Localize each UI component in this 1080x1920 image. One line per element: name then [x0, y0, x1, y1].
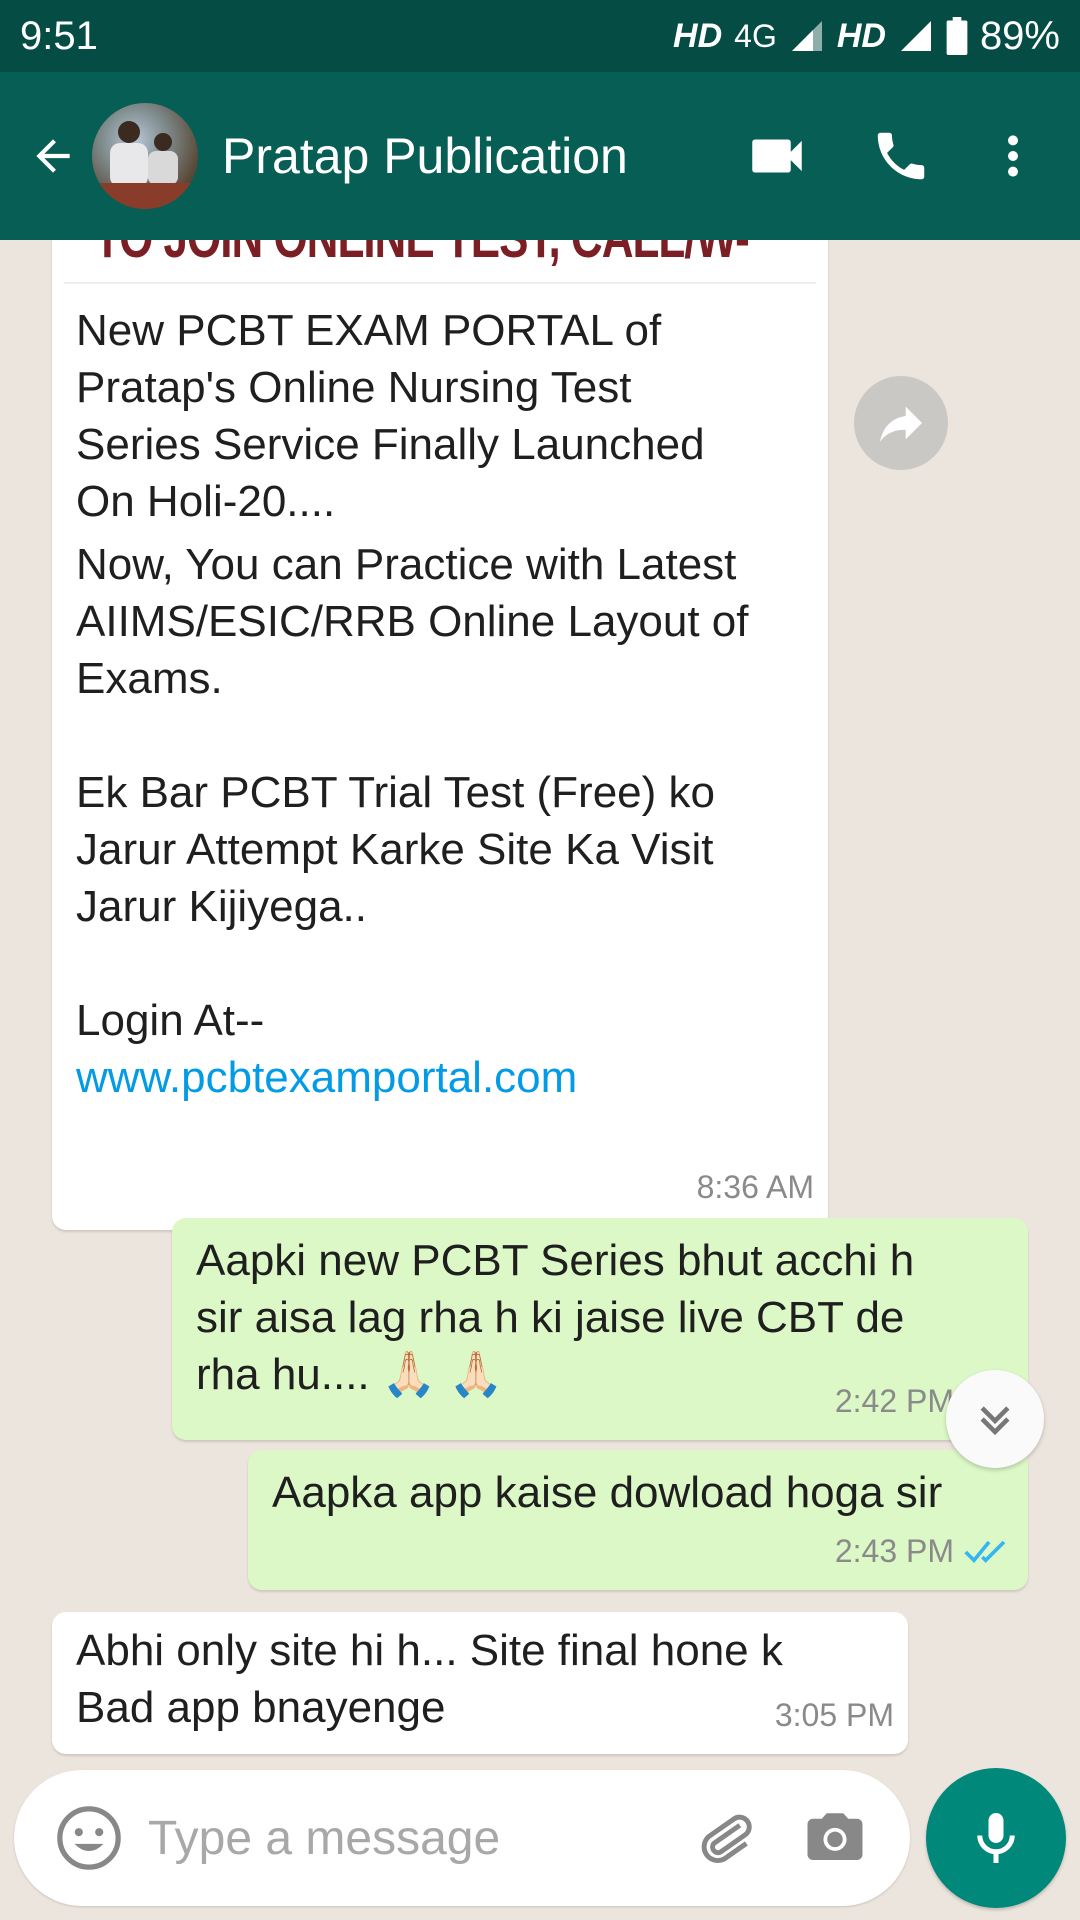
camera-button[interactable]: [780, 1783, 890, 1893]
message-incoming[interactable]: Abhi only site hi h... Site final hone k…: [52, 1612, 908, 1754]
message-time: 3:05 PM: [774, 1697, 894, 1733]
image-attachment[interactable]: TO JOIN ONLINE TEST, CALL/W-SMS : 962047…: [64, 240, 816, 284]
message-outgoing[interactable]: Aapka app kaise dowload hoga sir 2:43 PM: [248, 1450, 1028, 1590]
voice-record-button[interactable]: [926, 1768, 1066, 1908]
contact-avatar[interactable]: [92, 103, 198, 209]
video-call-button[interactable]: [722, 101, 832, 211]
message-text: Abhi only site hi h... Site final hone k…: [76, 1626, 783, 1732]
message-incoming[interactable]: TO JOIN ONLINE TEST, CALL/W-SMS : 962047…: [52, 240, 828, 1230]
contact-name[interactable]: Pratap Publication: [222, 127, 722, 185]
chat-header: Pratap Publication: [0, 72, 1080, 240]
net2-label: HD: [836, 16, 886, 55]
emoji-button[interactable]: [34, 1783, 144, 1893]
forward-icon: [880, 406, 922, 442]
image-caption-text: TO JOIN ONLINE TEST, CALL/W-SMS : 962047…: [94, 240, 816, 282]
message-text: Aapki new PCBT Series bhut acchi h sir a…: [196, 1236, 915, 1399]
message-link[interactable]: www.pcbtexamportal.com: [76, 1049, 577, 1106]
net1-type-label: 4G: [734, 17, 777, 54]
back-button[interactable]: [18, 106, 88, 206]
scroll-to-bottom-button[interactable]: [946, 1370, 1044, 1468]
message-meta: 3:05 PM: [775, 1687, 894, 1744]
voice-call-button[interactable]: [846, 101, 956, 211]
message-text: Login At--: [76, 996, 265, 1045]
message-time: 2:42 PM: [834, 1383, 954, 1419]
camera-icon: [807, 1813, 863, 1860]
message-meta: 8:36 AM: [697, 1159, 814, 1216]
message-text: Aapka app kaise dowload hoga sir: [272, 1468, 943, 1517]
conversation[interactable]: TO JOIN ONLINE TEST, CALL/W-SMS : 962047…: [0, 240, 1080, 1760]
message-text: Now, You can Practice with Latest AIIMS/…: [76, 540, 749, 703]
more-options-button[interactable]: [958, 101, 1068, 211]
message-text: Ek Bar PCBT Trial Test (Free) ko Jarur A…: [76, 768, 715, 931]
battery-icon: [946, 17, 968, 55]
message-composer: Type a message: [14, 1770, 910, 1906]
message-time: 8:36 AM: [696, 1169, 814, 1205]
status-time: 9:51: [20, 13, 98, 58]
message-input[interactable]: Type a message: [148, 1811, 670, 1866]
read-receipt-icon: [964, 1540, 1006, 1563]
paperclip-icon: [701, 1814, 752, 1864]
status-indicators: HD 4G HD 89%: [673, 14, 1060, 59]
net1-label: HD: [673, 16, 723, 55]
message-outgoing[interactable]: Aapki new PCBT Series bhut acchi h sir a…: [172, 1218, 1028, 1440]
status-bar: 9:51 HD 4G HD 89%: [0, 0, 1080, 72]
forward-button[interactable]: [854, 376, 948, 470]
battery-percent: 89%: [979, 13, 1060, 58]
back-arrow-icon: [36, 139, 70, 173]
phone-icon: [877, 132, 925, 180]
message-time: 2:43 PM: [834, 1533, 954, 1569]
attach-button[interactable]: [670, 1783, 780, 1893]
emoji-icon: [57, 1806, 121, 1870]
message-meta: 2:43 PM: [835, 1523, 1014, 1580]
double-chevron-down-icon: [980, 1406, 1010, 1436]
microphone-icon: [977, 1813, 1015, 1863]
message-text: New PCBT EXAM PORTAL of Pratap's Online …: [76, 306, 705, 526]
more-vert-icon: [1008, 135, 1018, 177]
video-call-icon: [752, 139, 802, 173]
signal-icon: [900, 21, 931, 51]
signal-icon: [791, 21, 822, 51]
